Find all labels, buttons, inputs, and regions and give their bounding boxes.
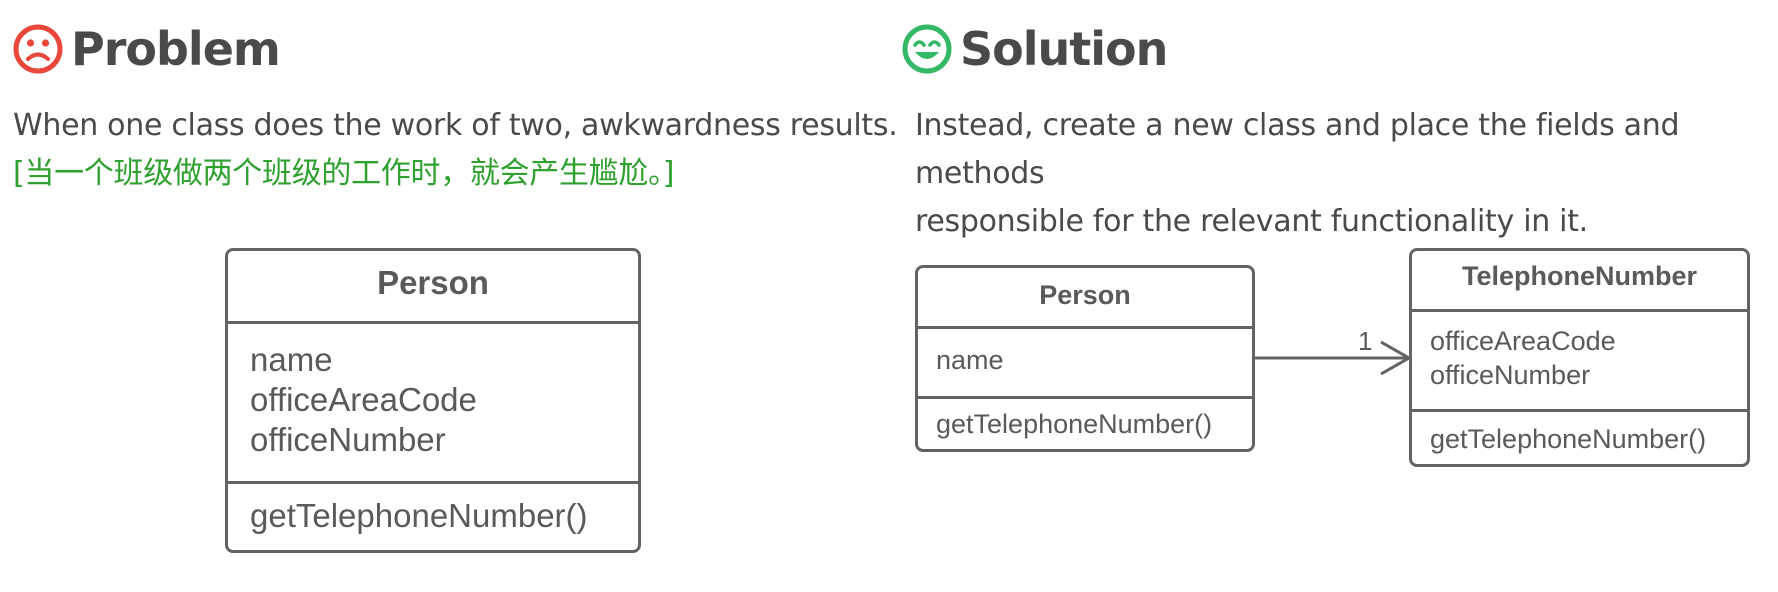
problem-description: When one class does the work of two, awk… [13,102,898,198]
happy-face-icon [902,24,952,74]
method-get-telephone-number: getTelephoneNumber() [250,497,588,534]
class-name: TelephoneNumber [1461,261,1698,291]
field-office-number: officeNumber [250,421,446,458]
method-get-telephone-number: getTelephoneNumber() [936,409,1213,439]
solution-description: Instead, create a new class and place th… [915,102,1778,246]
class-methods: getTelephoneNumber() [1412,409,1747,458]
class-fields: name officeAreaCode officeNumber [228,321,638,481]
problem-person-class-box: Person name officeAreaCode officeNumber … [225,248,641,553]
class-fields: name [918,326,1252,396]
solution-heading: Solution [902,22,1168,76]
solution-description-line2: responsible for the relevant functionali… [915,204,1588,239]
class-fields: officeAreaCode officeNumber [1412,309,1747,409]
class-name: Person [377,264,489,301]
field-name: name [936,345,1004,375]
association-arrow [1255,340,1411,376]
problem-title: Problem [71,22,281,76]
problem-heading: Problem [13,22,281,76]
field-office-area-code: officeAreaCode [1430,326,1616,356]
association-multiplicity: 1 [1358,326,1373,356]
solution-description-line1: Instead, create a new class and place th… [915,108,1680,191]
field-name: name [250,341,333,378]
field-office-area-code: officeAreaCode [250,381,477,418]
method-get-telephone-number: getTelephoneNumber() [1430,424,1707,454]
class-methods: getTelephoneNumber() [228,481,638,536]
class-methods: getTelephoneNumber() [918,396,1252,443]
problem-description-text: When one class does the work of two, awk… [13,108,898,143]
solution-telephone-number-class-box: TelephoneNumber officeAreaCode officeNum… [1409,248,1750,467]
sad-face-icon [13,24,63,74]
field-office-number: officeNumber [1430,360,1591,390]
class-name: Person [1039,280,1131,310]
solution-panel: Solution Instead, create a new class and… [900,0,1778,592]
solution-person-class-box: Person name getTelephoneNumber() [915,265,1255,452]
problem-panel: Problem When one class does the work of … [0,0,900,592]
problem-translation: [当一个班级做两个班级的工作时，就会产生尴尬。] [13,156,675,191]
solution-title: Solution [960,22,1168,76]
